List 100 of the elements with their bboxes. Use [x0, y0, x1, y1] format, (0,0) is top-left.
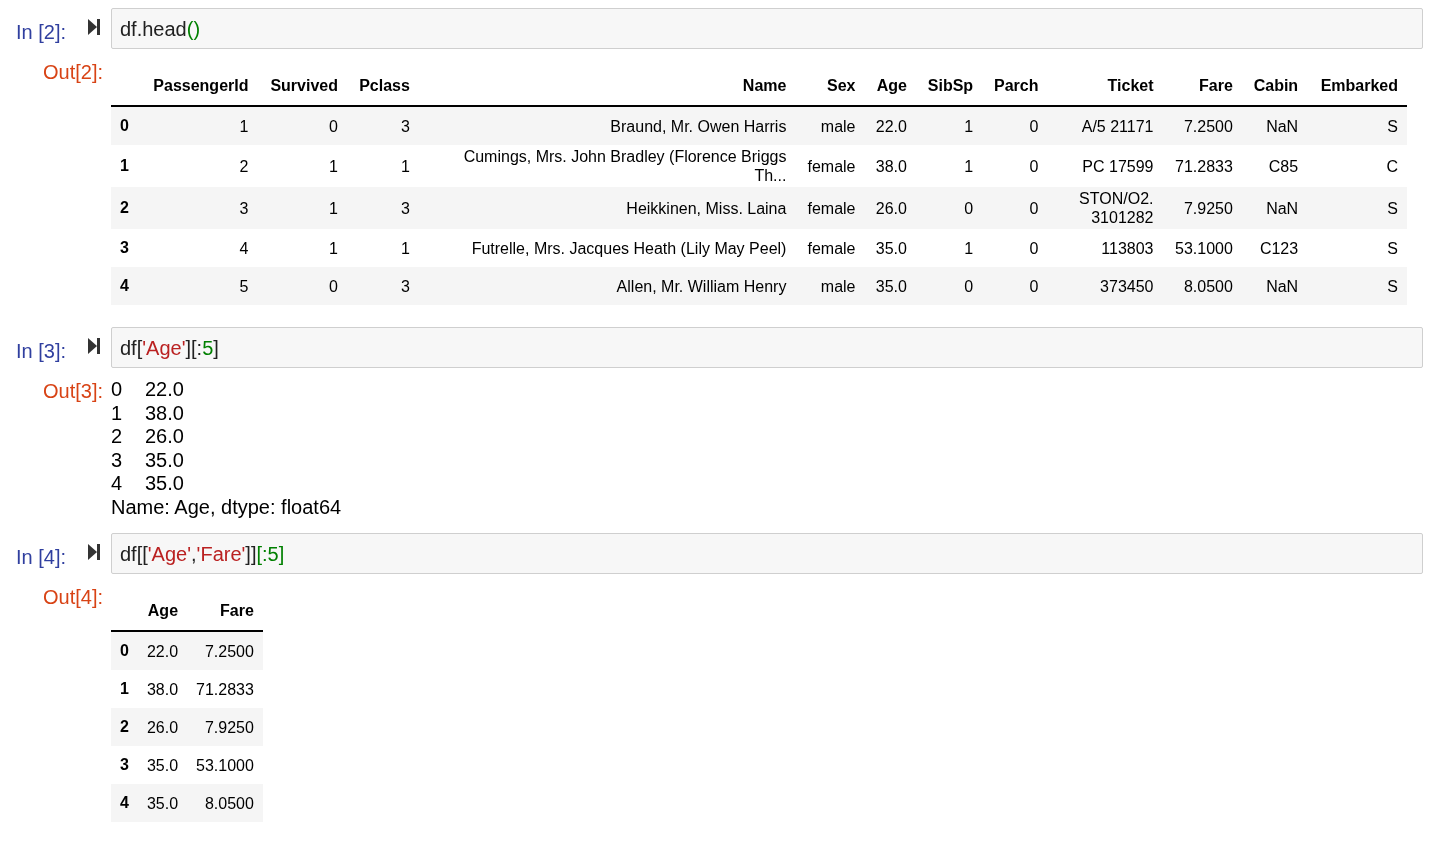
table-cell: female: [795, 229, 865, 267]
table-cell: 35.0: [137, 746, 188, 784]
series-value: 22.0: [145, 378, 184, 402]
table-cell: 0: [982, 106, 1048, 145]
column-header: Sex: [795, 67, 865, 106]
table-cell: 0: [915, 187, 983, 229]
table-cell: Cumings, Mrs. John Bradley (Florence Briggs Th...: [418, 145, 796, 187]
series-index: 0: [111, 378, 124, 402]
table-cell: 35.0: [864, 267, 916, 305]
input-prompt: In [2]:: [15, 21, 66, 43]
table-cell: 26.0: [864, 187, 916, 229]
table-cell: 1: [257, 187, 347, 229]
table-cell: 38.0: [137, 670, 188, 708]
table-cell: 0: [982, 145, 1048, 187]
row-index: 3: [111, 229, 140, 267]
row-index: 0: [111, 106, 140, 145]
play-bar-icon[interactable]: [86, 18, 101, 36]
table-cell: 0: [982, 267, 1048, 305]
column-header: Cabin: [1241, 67, 1308, 106]
column-header: SibSp: [915, 67, 983, 106]
table-cell: 7.2500: [187, 631, 263, 670]
table-cell: female: [795, 145, 865, 187]
table-cell: 1: [257, 229, 347, 267]
table-cell: NaN: [1241, 106, 1308, 145]
output-prompt: Out[3]:: [42, 380, 103, 402]
table-cell: 3: [347, 106, 419, 145]
table-cell: 22.0: [137, 631, 188, 670]
output-prompt: Out[4]:: [42, 586, 103, 608]
table-cell: 22.0: [864, 106, 916, 145]
table-cell: 0: [982, 229, 1048, 267]
table-cell: Futrelle, Mrs. Jacques Heath (Lily May Peel): [418, 229, 796, 267]
table-cell: male: [795, 267, 865, 305]
table-cell: PC 17599: [1047, 145, 1163, 187]
series-index: 4: [111, 472, 124, 496]
series-value: 35.0: [145, 448, 184, 472]
code-input[interactable]: df[['Age','Fare']][:5]: [111, 533, 1423, 574]
table-cell: female: [795, 187, 865, 229]
table-cell: 53.1000: [187, 746, 263, 784]
code-input[interactable]: df['Age'][:5]: [111, 327, 1423, 368]
table-cell: 7.9250: [1162, 187, 1242, 229]
row-index: 2: [111, 187, 140, 229]
row-index: 1: [111, 145, 140, 187]
column-header: PassengerId: [139, 67, 258, 106]
table-cell: 71.2833: [187, 670, 263, 708]
table-cell: 0: [982, 187, 1048, 229]
table-cell: 1: [915, 229, 983, 267]
table-cell: C123: [1241, 229, 1308, 267]
table-cell: 1: [257, 145, 347, 187]
table-cell: 1: [915, 106, 983, 145]
table-cell: male: [795, 106, 865, 145]
table-cell: 1: [347, 145, 419, 187]
row-index: 0: [111, 631, 138, 670]
column-header: Survived: [257, 67, 347, 106]
table-cell: A/5 21171: [1047, 106, 1163, 145]
table-cell: C85: [1241, 145, 1308, 187]
input-prompt: In [4]:: [15, 546, 66, 568]
table-cell: 35.0: [137, 784, 188, 822]
column-header: Fare: [1162, 67, 1242, 106]
row-index: 4: [111, 267, 140, 305]
column-header: Embarked: [1307, 67, 1407, 106]
table-cell: 7.2500: [1162, 106, 1242, 145]
series-value: 38.0: [145, 401, 184, 425]
table-cell: NaN: [1241, 267, 1308, 305]
table-cell: 373450: [1047, 267, 1163, 305]
column-header: Age: [864, 67, 916, 106]
table-cell: 8.0500: [187, 784, 263, 822]
table-cell: STON/O2. 3101282: [1047, 187, 1163, 229]
play-bar-icon[interactable]: [86, 543, 101, 561]
column-header: Parch: [982, 67, 1048, 106]
row-index: 1: [111, 670, 138, 708]
code-input[interactable]: df.head(): [111, 8, 1423, 49]
series-index: 1: [111, 401, 124, 425]
table-cell: 35.0: [864, 229, 916, 267]
table-cell: S: [1307, 187, 1407, 229]
series-value: 35.0: [145, 472, 184, 496]
table-cell: Heikkinen, Miss. Laina: [418, 187, 796, 229]
input-prompt: In [3]:: [15, 340, 66, 362]
table-cell: 3: [139, 187, 258, 229]
table-cell: 7.9250: [187, 708, 263, 746]
table-cell: 3: [347, 267, 419, 305]
table-cell: S: [1307, 267, 1407, 305]
series-index: 3: [111, 448, 124, 472]
table-cell: S: [1307, 106, 1407, 145]
series-footer: Name: Age, dtype: float64: [111, 495, 342, 519]
column-header: Fare: [187, 592, 263, 631]
row-index: 3: [111, 746, 138, 784]
column-header: Pclass: [347, 67, 419, 106]
table-cell: 5: [139, 267, 258, 305]
table-cell: 1: [915, 145, 983, 187]
table-cell: 0: [915, 267, 983, 305]
output-prompt: Out[2]:: [42, 61, 103, 83]
table-cell: Allen, Mr. William Henry: [418, 267, 796, 305]
table-cell: 0: [257, 267, 347, 305]
table-cell: 113803: [1047, 229, 1163, 267]
play-bar-icon[interactable]: [86, 337, 101, 355]
table-cell: 38.0: [864, 145, 916, 187]
column-header: Name: [418, 67, 796, 106]
table-cell: 4: [139, 229, 258, 267]
table-cell: C: [1307, 145, 1407, 187]
table-cell: 0: [257, 106, 347, 145]
